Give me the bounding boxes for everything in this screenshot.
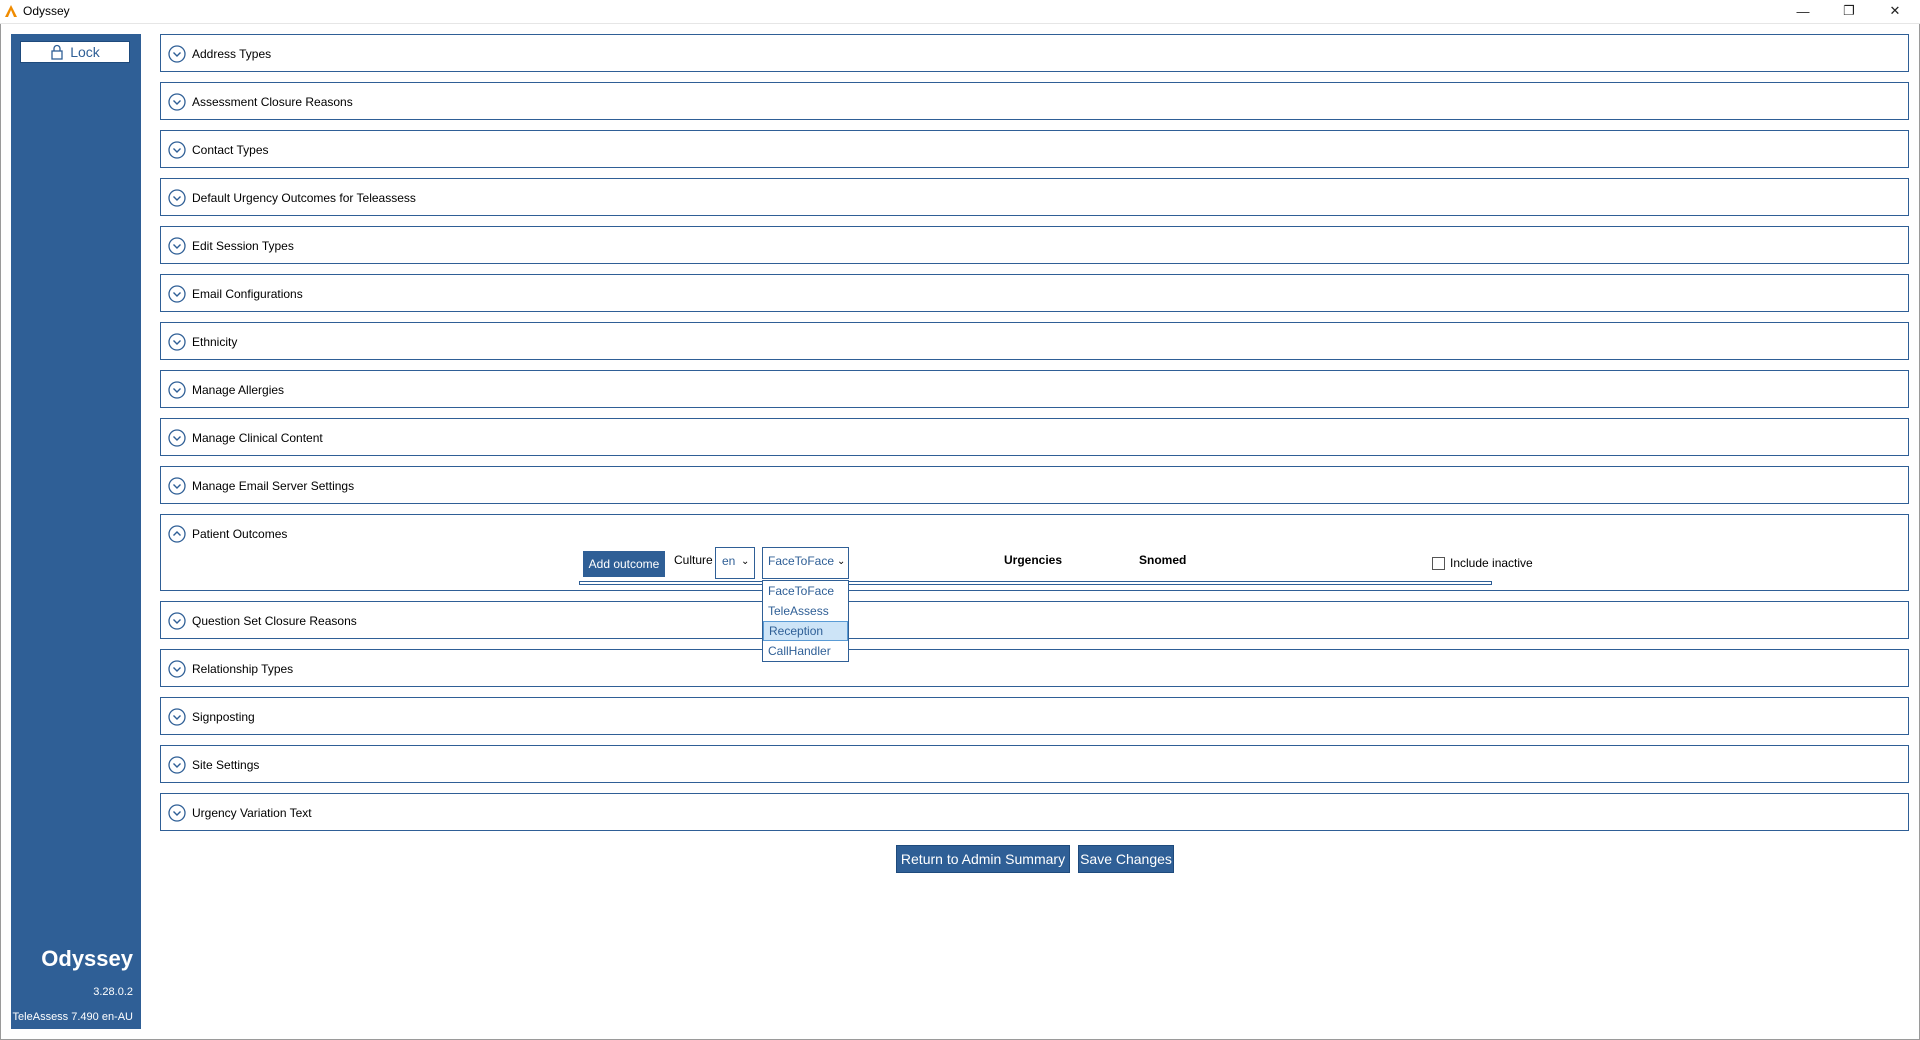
- section-header[interactable]: Contact Types: [168, 140, 269, 160]
- section-contact-types: Contact Types: [160, 130, 1909, 168]
- return-to-admin-summary-button[interactable]: Return to Admin Summary: [896, 845, 1070, 873]
- section-default-urgency-outcomes: Default Urgency Outcomes for Teleassess: [160, 178, 1909, 216]
- section-header[interactable]: Address Types: [168, 44, 271, 64]
- chevron-down-circle-icon: [168, 708, 186, 726]
- chevron-down-circle-icon: [168, 804, 186, 822]
- lock-button[interactable]: Lock: [20, 41, 130, 63]
- chevron-down-circle-icon: [168, 477, 186, 495]
- chevron-down-circle-icon: [168, 660, 186, 678]
- section-header[interactable]: Email Configurations: [168, 284, 303, 304]
- close-button[interactable]: ✕: [1872, 0, 1918, 22]
- sidebar-app-name: Odyssey: [41, 946, 133, 971]
- section-email-configurations: Email Configurations: [160, 274, 1909, 312]
- dropdown-option-highlighted[interactable]: Reception: [763, 621, 848, 641]
- section-label: Patient Outcomes: [192, 527, 288, 541]
- section-manage-email-server-settings: Manage Email Server Settings: [160, 466, 1909, 504]
- chevron-down-circle-icon: [168, 237, 186, 255]
- section-edit-session-types: Edit Session Types: [160, 226, 1909, 264]
- section-header[interactable]: Edit Session Types: [168, 236, 294, 256]
- chevron-down-circle-icon: [168, 189, 186, 207]
- include-inactive-label: Include inactive: [1450, 556, 1533, 570]
- section-address-types: Address Types: [160, 34, 1909, 72]
- section-label: Edit Session Types: [192, 239, 294, 253]
- section-patient-outcomes: Patient Outcomes Add outcome Culture en …: [160, 514, 1909, 591]
- culture-label: Culture: [674, 553, 713, 567]
- lock-icon: [51, 44, 63, 60]
- add-outcome-button[interactable]: Add outcome: [583, 551, 665, 577]
- section-header[interactable]: Ethnicity: [168, 332, 237, 352]
- section-header[interactable]: Assessment Closure Reasons: [168, 92, 353, 112]
- lock-label: Lock: [70, 44, 100, 60]
- section-question-set-closure-reasons: Question Set Closure Reasons: [160, 601, 1909, 639]
- section-header[interactable]: Question Set Closure Reasons: [168, 611, 357, 631]
- snomed-column-header: Snomed: [1139, 553, 1187, 567]
- chevron-up-circle-icon: [168, 525, 186, 543]
- chevron-down-circle-icon: [168, 612, 186, 630]
- chevron-down-icon: ⌄: [741, 556, 750, 567]
- section-label: Manage Allergies: [192, 383, 285, 397]
- section-header[interactable]: Site Settings: [168, 755, 259, 775]
- section-manage-clinical-content: Manage Clinical Content: [160, 418, 1909, 456]
- chevron-down-circle-icon: [168, 381, 186, 399]
- section-ethnicity: Ethnicity: [160, 322, 1909, 360]
- section-signposting: Signposting: [160, 697, 1909, 735]
- section-label: Manage Clinical Content: [192, 431, 323, 445]
- sidebar: Lock Odyssey 3.28.0.2 TeleAssess 7.490 e…: [11, 34, 141, 1029]
- admin-sections: Address Types Assessment Closure Reasons…: [160, 34, 1909, 841]
- chevron-down-circle-icon: [168, 756, 186, 774]
- section-header[interactable]: Manage Email Server Settings: [168, 476, 354, 496]
- section-header[interactable]: Manage Clinical Content: [168, 428, 323, 448]
- restore-button[interactable]: ❐: [1826, 0, 1872, 22]
- window-title: Odyssey: [23, 4, 70, 18]
- culture-select[interactable]: en ⌄: [715, 547, 755, 579]
- section-header[interactable]: Urgency Variation Text: [168, 803, 312, 823]
- chevron-down-icon: ⌄: [837, 556, 846, 567]
- section-label: Urgency Variation Text: [192, 806, 312, 820]
- section-label: Email Configurations: [192, 287, 303, 301]
- section-assessment-closure-reasons: Assessment Closure Reasons: [160, 82, 1909, 120]
- chevron-down-circle-icon: [168, 141, 186, 159]
- include-inactive-checkbox[interactable]: [1432, 557, 1445, 570]
- section-label: Question Set Closure Reasons: [192, 614, 357, 628]
- dropdown-option[interactable]: TeleAssess: [763, 601, 848, 621]
- odyssey-logo-icon: [5, 5, 17, 17]
- chevron-down-circle-icon: [168, 333, 186, 351]
- outcome-type-value: FaceToFace: [768, 554, 835, 568]
- section-label: Ethnicity: [192, 335, 238, 349]
- section-header[interactable]: Manage Allergies: [168, 380, 284, 400]
- chevron-down-circle-icon: [168, 93, 186, 111]
- section-urgency-variation-text: Urgency Variation Text: [160, 793, 1909, 831]
- outcome-type-dropdown-list: FaceToFace TeleAssess Reception CallHand…: [762, 580, 849, 662]
- sidebar-version: 3.28.0.2: [93, 986, 133, 998]
- section-site-settings: Site Settings: [160, 745, 1909, 783]
- section-label: Default Urgency Outcomes for Teleassess: [192, 191, 416, 205]
- sidebar-teleassess-version: TeleAssess 7.490 en-AU: [12, 1011, 133, 1023]
- dropdown-option[interactable]: CallHandler: [763, 641, 848, 661]
- section-relationship-types: Relationship Types: [160, 649, 1909, 687]
- save-changes-button[interactable]: Save Changes: [1078, 845, 1174, 873]
- outcomes-grid: [579, 581, 1492, 585]
- section-header[interactable]: Relationship Types: [168, 659, 293, 679]
- section-label: Address Types: [192, 47, 272, 61]
- urgencies-column-header: Urgencies: [1004, 553, 1063, 567]
- dropdown-option[interactable]: FaceToFace: [763, 581, 848, 601]
- culture-value: en: [722, 554, 736, 568]
- section-label: Manage Email Server Settings: [192, 479, 355, 493]
- section-label: Signposting: [192, 710, 255, 724]
- minimize-button[interactable]: —: [1780, 0, 1826, 22]
- section-header[interactable]: Signposting: [168, 707, 255, 727]
- section-label: Assessment Closure Reasons: [192, 95, 353, 109]
- chevron-down-circle-icon: [168, 45, 186, 63]
- outcome-type-select[interactable]: FaceToFace ⌄: [762, 547, 849, 579]
- section-header[interactable]: Default Urgency Outcomes for Teleassess: [168, 188, 416, 208]
- section-header[interactable]: Patient Outcomes: [168, 524, 287, 544]
- chevron-down-circle-icon: [168, 285, 186, 303]
- section-label: Site Settings: [192, 758, 260, 772]
- section-label: Contact Types: [192, 143, 269, 157]
- section-manage-allergies: Manage Allergies: [160, 370, 1909, 408]
- section-label: Relationship Types: [192, 662, 294, 676]
- chevron-down-circle-icon: [168, 429, 186, 447]
- title-bar[interactable]: Odyssey — ❐ ✕: [0, 0, 1920, 24]
